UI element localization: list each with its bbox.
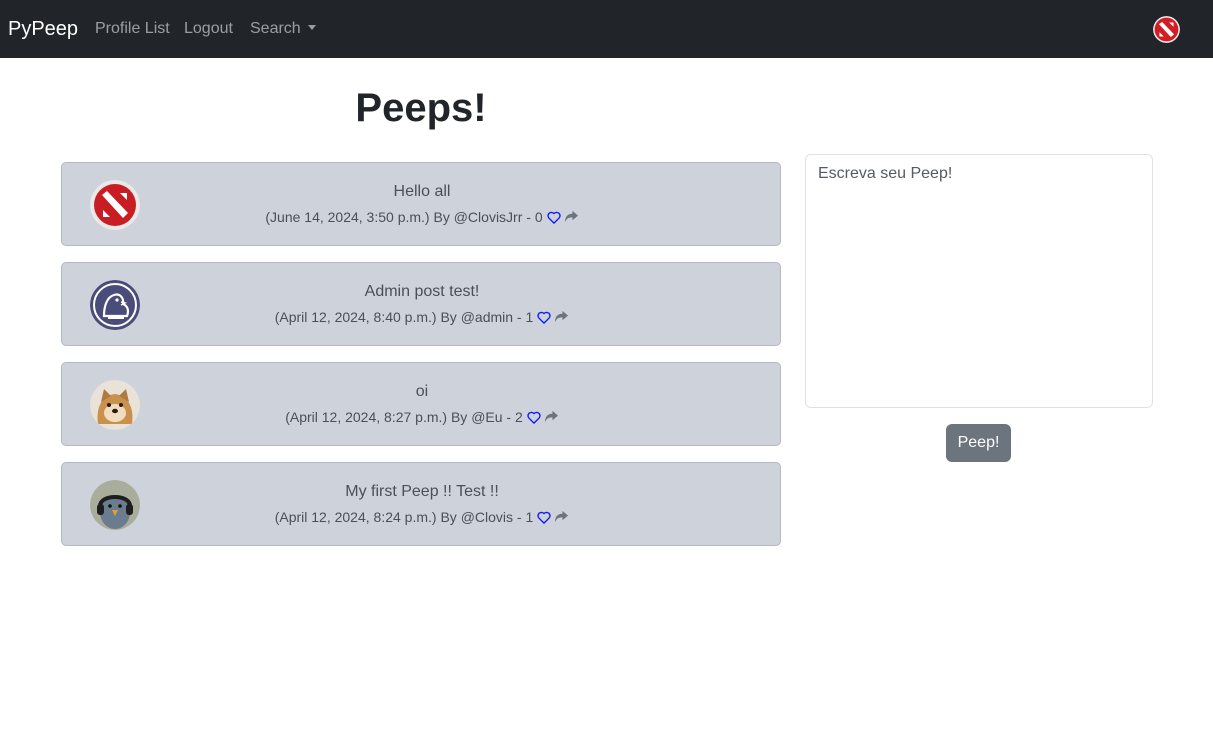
peep-meta: (April 12, 2024, 8:27 p.m.) By @Eu - 2 [62,408,782,426]
peep-author[interactable]: @ClovisJrr [454,209,523,225]
navbar: PyPeep Profile List Logout Search [0,0,1213,58]
peep-card: My first Peep !! Test !! (April 12, 2024… [61,462,781,546]
share-icon[interactable] [544,410,559,423]
heart-icon[interactable] [537,311,551,324]
caret-down-icon [307,25,316,30]
peep-author[interactable]: @admin [461,309,513,325]
share-icon[interactable] [554,310,569,323]
nav-link-logout[interactable]: Logout [184,19,233,39]
peep-date: (April 12, 2024, 8:40 p.m.) [274,309,437,325]
share-icon[interactable] [554,510,569,523]
peep-meta: (June 14, 2024, 3:50 p.m.) By @ClovisJrr… [62,208,782,226]
search-dropdown-label: Search [250,20,301,37]
peep-text: Admin post test! [364,283,480,300]
user-avatar[interactable] [1153,16,1180,43]
like-count: 2 [515,409,523,425]
share-icon[interactable] [564,210,579,223]
heart-icon[interactable] [527,411,541,424]
page-title: Peeps! [355,86,487,130]
red-shield-logo-icon [1153,16,1180,43]
heart-icon[interactable] [547,211,561,224]
peep-date: (April 12, 2024, 8:27 p.m.) [285,409,448,425]
peep-date: (April 12, 2024, 8:24 p.m.) [274,509,437,525]
peep-author[interactable]: @Eu [471,409,502,425]
peep-date: (June 14, 2024, 3:50 p.m.) [265,209,430,225]
like-count: 1 [525,509,534,525]
like-count: 0 [534,209,543,225]
nav-link-profile-list[interactable]: Profile List [95,19,170,39]
brand-link[interactable]: PyPeep [8,16,78,42]
peep-meta: (April 12, 2024, 8:24 p.m.) By @Clovis -… [62,508,782,526]
peep-text: oi [415,383,429,400]
like-count: 1 [525,309,534,325]
peep-submit-button[interactable]: Peep! [946,424,1011,462]
peep-card: Hello all (June 14, 2024, 3:50 p.m.) By … [61,162,781,246]
peep-author[interactable]: @Clovis [461,509,513,525]
search-dropdown[interactable]: Search [250,19,316,39]
peep-text: My first Peep !! Test !! [345,483,499,500]
peep-textarea[interactable] [805,154,1153,408]
heart-icon[interactable] [537,511,551,524]
peep-text: Hello all [393,183,451,200]
peep-meta: (April 12, 2024, 8:40 p.m.) By @admin - … [62,308,782,326]
peep-card: oi (April 12, 2024, 8:27 p.m.) By @Eu - … [61,362,781,446]
peep-card: Admin post test! (April 12, 2024, 8:40 p… [61,262,781,346]
